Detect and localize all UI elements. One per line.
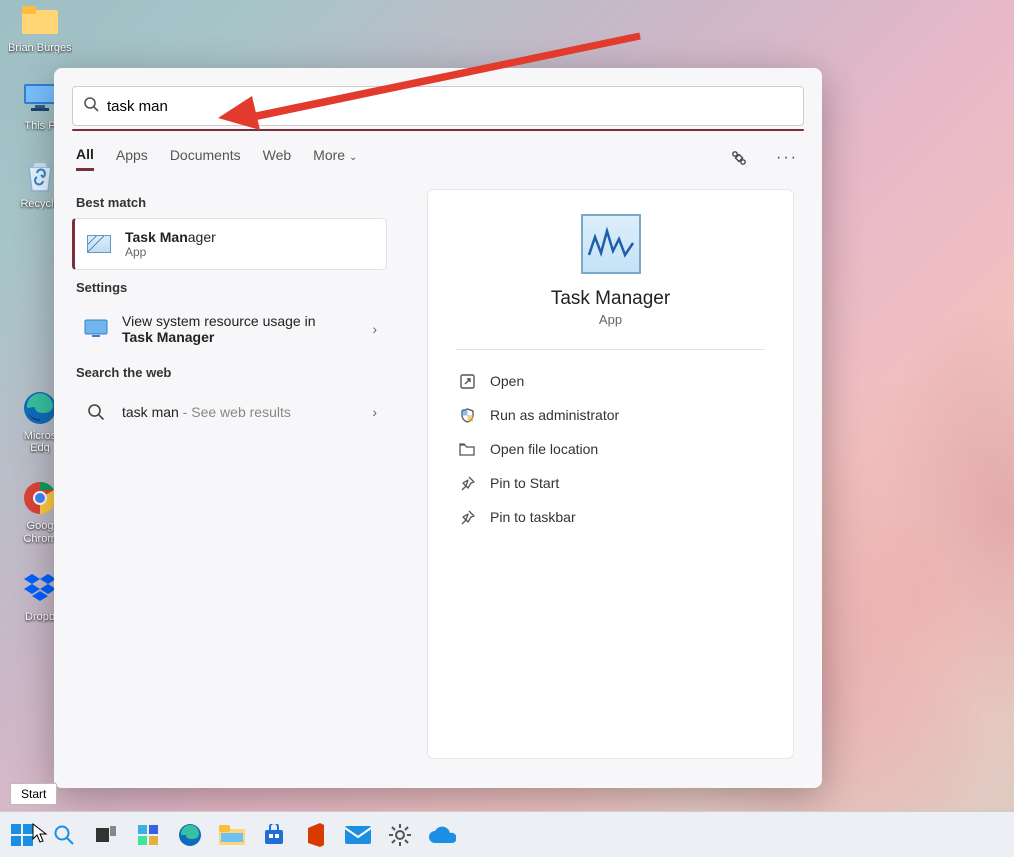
result-web-search[interactable]: task man - See web results › — [72, 388, 387, 436]
taskbar-taskview[interactable] — [92, 821, 120, 849]
desktop-user-folder[interactable]: Brian Burgess — [8, 0, 72, 54]
shield-icon — [458, 406, 476, 424]
pin-icon — [458, 474, 476, 492]
task-manager-icon — [581, 214, 641, 274]
tab-documents[interactable]: Documents — [170, 147, 241, 169]
chevron-right-icon: › — [372, 404, 377, 420]
filter-tabs: All Apps Documents Web More ⌄ ··· — [54, 131, 822, 177]
chevron-right-icon: › — [372, 321, 377, 337]
taskbar-store[interactable] — [260, 821, 288, 849]
task-manager-icon — [85, 230, 113, 258]
action-open[interactable]: Open — [456, 364, 765, 398]
search-input[interactable] — [107, 98, 793, 115]
search-icon — [83, 96, 99, 117]
section-search-web: Search the web — [76, 365, 383, 380]
taskbar-onedrive[interactable] — [428, 821, 456, 849]
icon-label: Brian Burgess — [8, 42, 72, 54]
action-label: Pin to Start — [490, 475, 559, 491]
action-label: Pin to taskbar — [490, 509, 576, 525]
action-label: Open — [490, 373, 524, 389]
taskbar-search[interactable] — [50, 821, 78, 849]
action-pin-to-start[interactable]: Pin to Start — [456, 466, 765, 500]
action-open-file-location[interactable]: Open file location — [456, 432, 765, 466]
results-list: Best match Task Manager App Settings Vie… — [54, 177, 399, 788]
tab-apps[interactable]: Apps — [116, 147, 148, 169]
pin-icon — [458, 508, 476, 526]
taskbar-edge[interactable] — [176, 821, 204, 849]
section-best-match: Best match — [76, 195, 383, 210]
connector-icon[interactable] — [726, 145, 752, 171]
taskbar-settings[interactable] — [386, 821, 414, 849]
action-label: Open file location — [490, 441, 598, 457]
tab-all[interactable]: All — [76, 146, 94, 171]
chevron-down-icon: ⌄ — [349, 152, 357, 163]
result-system-resource-usage[interactable]: View system resource usage in Task Manag… — [72, 303, 387, 355]
action-run-as-admin[interactable]: Run as administrator — [456, 398, 765, 432]
start-tooltip: Start — [10, 783, 57, 805]
preview-title: Task Manager — [551, 288, 670, 310]
result-title: View system resource usage in Task Manag… — [122, 313, 316, 345]
more-options-icon[interactable]: ··· — [774, 145, 800, 171]
preview-panel: Task Manager App Open Run as administrat… — [427, 189, 794, 759]
result-task-manager[interactable]: Task Manager App — [72, 218, 387, 270]
settings-monitor-icon — [82, 315, 110, 343]
tab-more[interactable]: More ⌄ — [313, 147, 357, 169]
result-title: Task Manager — [125, 229, 216, 245]
taskbar — [0, 811, 1014, 857]
taskbar-explorer[interactable] — [218, 821, 246, 849]
search-icon — [82, 398, 110, 426]
cursor-icon — [32, 823, 48, 843]
section-settings: Settings — [76, 280, 383, 295]
open-icon — [458, 372, 476, 390]
taskbar-office[interactable] — [302, 821, 330, 849]
search-bar[interactable] — [72, 86, 804, 126]
taskbar-mail[interactable] — [344, 821, 372, 849]
action-pin-to-taskbar[interactable]: Pin to taskbar — [456, 500, 765, 534]
start-search-flyout: All Apps Documents Web More ⌄ ··· Best m… — [54, 68, 822, 788]
preview-subtitle: App — [599, 312, 622, 327]
result-title: task man - See web results — [122, 404, 291, 420]
tab-web[interactable]: Web — [263, 147, 292, 169]
taskbar-widgets[interactable] — [134, 821, 162, 849]
result-subtitle: App — [125, 245, 216, 259]
folder-icon — [458, 440, 476, 458]
action-label: Run as administrator — [490, 407, 619, 423]
